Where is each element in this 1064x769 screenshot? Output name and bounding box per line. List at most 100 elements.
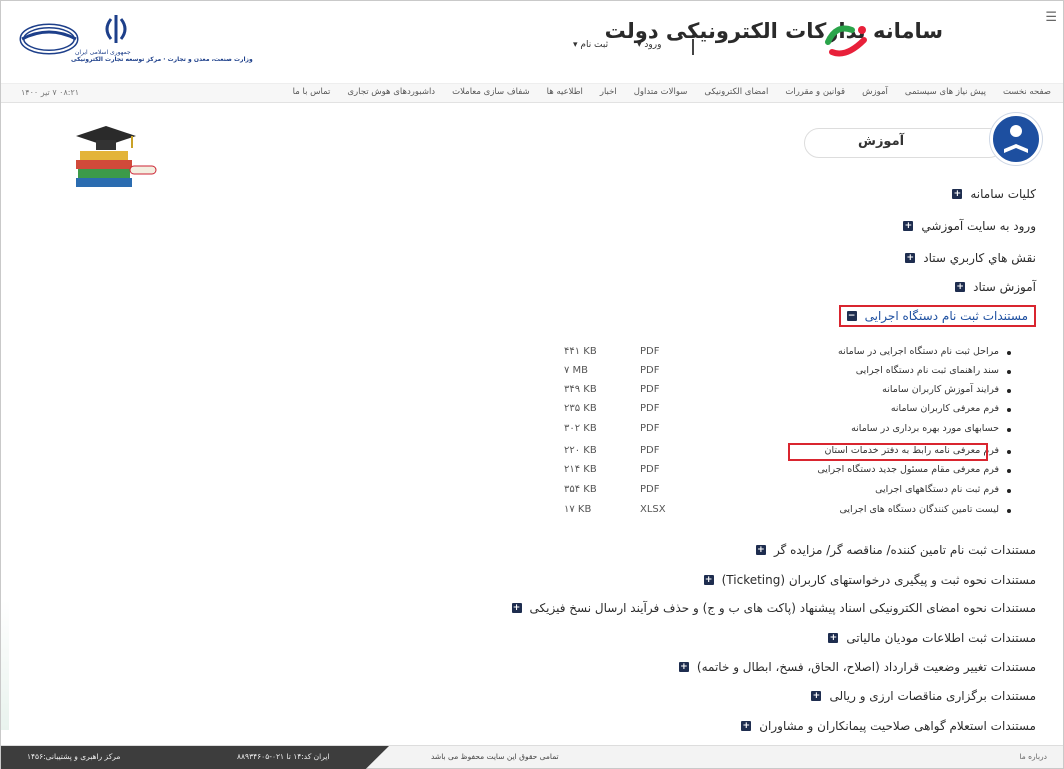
nav-item-transparency[interactable]: شفاف سازی معاملات <box>452 87 530 97</box>
document-row[interactable]: حسابهای مورد بهره برداری در سامانه PDF ۳… <box>520 421 1035 439</box>
category-label[interactable]: مستندات استعلام گواهی صلاحیت پیمانکاران … <box>759 719 1036 733</box>
category-label[interactable]: آموزش ستاد <box>973 280 1036 294</box>
bullet <box>1007 450 1011 454</box>
support-center-text: مرکز راهبری و پشتیبانی:۱۴۵۶ <box>27 752 121 761</box>
document-size: ۳۴۹ KB <box>564 384 597 395</box>
copyright-text: تمامی حقوق این سایت محفوظ می باشد <box>431 752 559 761</box>
collapse-minus-icon[interactable]: − <box>846 311 857 321</box>
document-row[interactable]: فرایند آموزش کاربران سامانه PDF ۳۴۹ KB <box>520 382 1035 400</box>
document-size: ۴۴۱ KB <box>564 346 597 357</box>
nav-item-contact[interactable]: تماس با ما <box>293 87 331 97</box>
expand-plus-icon[interactable]: + <box>955 282 966 292</box>
category-setad-training[interactable]: + آموزش ستاد <box>955 280 1036 294</box>
nav-item-dashboards[interactable]: داشبوردهای هوش تجاری <box>347 87 435 97</box>
nav-item-esignature[interactable]: امضای الکترونیکی <box>704 87 768 97</box>
expand-plus-icon[interactable]: + <box>903 221 914 231</box>
about-us-link[interactable]: درباره ما <box>1019 752 1047 761</box>
document-name[interactable]: فرم ثبت نام دستگاههای اجرایی <box>875 484 999 495</box>
category-label[interactable]: مستندات نحوه ثبت و پیگیری درخواستهای کار… <box>722 573 1036 587</box>
document-name[interactable]: فرایند آموزش کاربران سامانه <box>882 384 999 395</box>
document-row[interactable]: فرم معرفی مقام مسئول جدید دستگاه اجرایی … <box>520 462 1035 480</box>
nav-item-news[interactable]: اخبار <box>600 87 617 97</box>
category-contractor-certificate-docs[interactable]: + مستندات استعلام گواهی صلاحیت پیمانکارا… <box>741 719 1036 733</box>
document-type: PDF <box>640 365 660 376</box>
header-divider <box>692 39 694 55</box>
category-system-overview[interactable]: + کلیات سامانه <box>952 187 1036 201</box>
document-type: PDF <box>640 403 660 414</box>
current-datetime: ۰۸:۲۱ ۷ تیر ۱۴۰۰ <box>21 88 80 97</box>
document-name[interactable]: حسابهای مورد بهره برداری در سامانه <box>851 423 999 434</box>
nav-item-home[interactable]: صفحه نخست <box>1003 87 1051 97</box>
category-label[interactable]: مستندات ثبت اطلاعات مودیان مالیاتی <box>846 631 1036 645</box>
document-row[interactable]: لیست تامین کنندگان دستگاه های اجرایی XLS… <box>520 502 1035 520</box>
nav-item-laws[interactable]: قوانین و مقررات <box>785 87 845 97</box>
expand-plus-icon[interactable]: + <box>511 603 522 613</box>
category-label[interactable]: کلیات سامانه <box>970 187 1036 201</box>
expand-plus-icon[interactable]: + <box>703 575 714 585</box>
login-dropdown[interactable]: ورود ▾ <box>637 40 661 50</box>
category-currency-tenders-docs[interactable]: + مستندات برگزاری مناقصات ارزی و ریالی <box>811 689 1036 703</box>
bullet <box>1007 370 1011 374</box>
category-taxpayer-docs[interactable]: + مستندات ثبت اطلاعات مودیان مالیاتی <box>828 631 1036 645</box>
expand-plus-icon[interactable]: + <box>741 721 752 731</box>
document-type: PDF <box>640 484 660 495</box>
decorative-edge <box>1 600 9 730</box>
phone-text: ایران کد:۱۴ تا ۰۲۱-۸۸۹۳۴۶۰۵ <box>237 752 330 761</box>
document-type: PDF <box>640 384 660 395</box>
bullet <box>1007 408 1011 412</box>
highlight-frame <box>788 443 988 461</box>
document-type: PDF <box>640 445 660 456</box>
category-label[interactable]: نقش هاي کاربري ستاد <box>923 251 1036 265</box>
expand-plus-icon[interactable]: + <box>952 189 963 199</box>
nav-item-training[interactable]: آموزش <box>862 87 888 97</box>
document-row[interactable]: فرم معرفی کاربران سامانه PDF ۲۳۵ KB <box>520 401 1035 419</box>
expand-plus-icon[interactable]: + <box>828 633 839 643</box>
setad-logo-icon[interactable] <box>1015 11 1063 55</box>
category-label[interactable]: ورود به سایت آموزشي <box>921 219 1036 233</box>
document-size: ۲۲۰ KB <box>564 445 597 456</box>
category-label[interactable]: مستندات ثبت نام تامین کننده/ مناقصه گر/ … <box>774 543 1036 557</box>
category-training-site-login[interactable]: + ورود به سایت آموزشي <box>903 219 1036 233</box>
main-nav: صفحه نخست پیش نیاز های سیستمی آموزش قوان… <box>1 83 1063 103</box>
document-name[interactable]: سند راهنمای ثبت نام دستگاه اجرایی <box>856 365 999 376</box>
document-name[interactable]: فرم معرفی کاربران سامانه <box>891 403 999 414</box>
expand-plus-icon[interactable]: + <box>678 662 689 672</box>
category-esignature-docs[interactable]: + مستندات نحوه امضای الکترونیکی اسناد پی… <box>511 601 1036 615</box>
document-size: ۲۳۵ KB <box>564 403 597 414</box>
document-row[interactable]: فرم ثبت نام دستگاههای اجرایی PDF ۳۵۴ KB <box>520 482 1035 500</box>
expand-plus-icon[interactable]: + <box>755 545 766 555</box>
document-name[interactable]: مراحل ثبت نام دستگاه اجرایی در سامانه <box>838 346 999 357</box>
header: ☰ سامانه تدارکات الکترونیکی دولت ورود ▾ … <box>1 1 1063 83</box>
expand-plus-icon[interactable]: + <box>905 253 916 263</box>
bullet <box>1007 509 1011 513</box>
bullet <box>1007 351 1011 355</box>
document-size: ۲۱۴ KB <box>564 464 597 475</box>
category-setad-user-roles[interactable]: + نقش هاي کاربري ستاد <box>905 251 1036 265</box>
section-title: آموزش <box>858 134 905 149</box>
document-type: PDF <box>640 464 660 475</box>
document-type: PDF <box>640 346 660 357</box>
nav-items: صفحه نخست پیش نیاز های سیستمی آموزش قوان… <box>293 87 1051 97</box>
bullet <box>1007 389 1011 393</box>
books-graduation-icon <box>76 126 157 187</box>
document-name[interactable]: لیست تامین کنندگان دستگاه های اجرایی <box>840 504 1000 515</box>
nav-item-prerequisites[interactable]: پیش نیاز های سیستمی <box>905 87 986 97</box>
nav-item-faq[interactable]: سوالات متداول <box>634 87 688 97</box>
category-label[interactable]: مستندات ثبت نام دستگاه اجرایی <box>865 309 1028 323</box>
category-contract-status-docs[interactable]: + مستندات تغییر وضعیت قرارداد (اصلاح، ال… <box>678 660 1036 674</box>
setad-brand-mark-icon[interactable] <box>822 18 872 60</box>
nav-item-announcements[interactable]: اطلاعیه ها <box>547 87 583 97</box>
document-row[interactable]: مراحل ثبت نام دستگاه اجرایی در سامانه PD… <box>520 344 1035 362</box>
ministry-name-line2: وزارت صنعت، معدن و تجارت · مرکز توسعه تج… <box>71 56 253 63</box>
register-dropdown[interactable]: ثبت نام ▾ <box>573 40 608 50</box>
document-row[interactable]: سند راهنمای ثبت نام دستگاه اجرایی PDF ۷ … <box>520 363 1035 381</box>
category-label[interactable]: مستندات برگزاری مناقصات ارزی و ریالی <box>829 689 1036 703</box>
document-name[interactable]: فرم معرفی مقام مسئول جدید دستگاه اجرایی <box>817 464 999 475</box>
category-supplier-registration-docs[interactable]: + مستندات ثبت نام تامین کننده/ مناقصه گر… <box>755 543 1036 557</box>
category-ticketing-docs[interactable]: + مستندات نحوه ثبت و پیگیری درخواستهای ک… <box>703 573 1036 587</box>
category-label[interactable]: مستندات نحوه امضای الکترونیکی اسناد پیشن… <box>530 601 1036 615</box>
category-label[interactable]: مستندات تغییر وضعیت قرارداد (اصلاح، الحا… <box>697 660 1036 674</box>
document-size: ۷ MB <box>564 365 589 376</box>
expand-plus-icon[interactable]: + <box>811 691 822 701</box>
category-agency-registration-docs[interactable]: − مستندات ثبت نام دستگاه اجرایی <box>838 305 1036 327</box>
